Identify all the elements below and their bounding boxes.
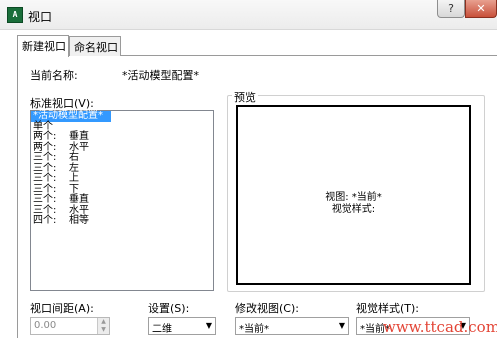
list-item-arrangement: 垂直 <box>69 131 89 142</box>
viewport-spacing-input[interactable]: 0.00 ▲ ▼ <box>30 317 110 335</box>
list-item[interactable]: 三个: 下 <box>31 184 213 196</box>
change-view-value: *当前* <box>239 324 269 335</box>
list-item[interactable]: 三个: 左 <box>31 163 213 175</box>
setup-label: 设置(S): <box>148 302 190 315</box>
viewport-spacing-label: 视口间距(A): <box>30 302 94 315</box>
list-item[interactable]: 单个 <box>31 121 213 133</box>
standard-viewports-label: 标准视口(V): <box>30 97 94 110</box>
list-item-layout: 三个: <box>33 173 57 184</box>
list-item-arrangement: 垂直 <box>69 194 89 205</box>
list-item-layout: 三个: <box>33 152 57 163</box>
setup-value: 二维 <box>152 324 172 335</box>
list-item-layout: 四个: <box>33 215 57 226</box>
list-item[interactable]: 三个: 右 <box>31 153 213 164</box>
list-item-arrangement: 右 <box>69 152 79 163</box>
list-item-layout: *活动模型配置* <box>33 110 103 121</box>
list-item[interactable]: 三个: 垂直 <box>31 195 213 206</box>
list-item[interactable]: 两个: 垂直 <box>31 132 213 143</box>
window-title: 视口 <box>28 10 53 24</box>
spin-up-icon[interactable]: ▲ <box>97 318 109 326</box>
preview-area: 视图: *当前* 视觉样式: <box>236 105 471 285</box>
list-item[interactable]: 三个: 水平 <box>31 205 213 217</box>
list-item-arrangement: 相等 <box>69 215 89 226</box>
standard-viewports-list[interactable]: *活动模型配置* 单个 两个: 垂直 两个: 水平 三个: 右三个: 左三个: 上三个: 下三个: 垂… <box>30 110 214 291</box>
close-button[interactable]: ✕ <box>465 0 497 18</box>
chevron-down-icon: ▼ <box>205 321 212 330</box>
tab-new-viewports[interactable]: 新建视口 <box>17 35 69 57</box>
current-name-value: *活动模型配置* <box>122 69 199 82</box>
change-view-select[interactable]: *当前* ▼ <box>235 317 349 335</box>
tab-named-viewports[interactable]: 命名视口 <box>69 36 121 56</box>
app-icon: A <box>7 7 23 23</box>
list-item-arrangement: 上 <box>69 173 79 184</box>
setup-select[interactable]: 二维 ▼ <box>148 317 216 335</box>
current-name-label: 当前名称: <box>30 69 78 82</box>
spin-down-icon[interactable]: ▼ <box>97 326 109 334</box>
list-item[interactable]: 两个: 水平 <box>31 142 213 154</box>
watermark-text: www.ttcad.com <box>383 318 497 336</box>
list-item-layout: 两个: <box>33 131 57 142</box>
viewport-spacing-value: 0.00 <box>34 320 57 331</box>
change-view-label: 修改视图(C): <box>235 302 299 315</box>
list-item[interactable]: 三个: 上 <box>31 174 213 185</box>
preview-label: 预览 <box>232 89 258 105</box>
list-item[interactable]: *活动模型配置* <box>31 111 111 122</box>
chevron-down-icon: ▼ <box>338 321 345 330</box>
list-item-layout: 三个: <box>33 194 57 205</box>
preview-visual-style-text: 视觉样式: <box>331 204 376 215</box>
title-bar: A 视口 ? ✕ <box>0 0 497 30</box>
list-item[interactable]: 四个: 相等 <box>31 216 213 227</box>
help-button[interactable]: ? <box>437 0 465 18</box>
visual-style-label: 视觉样式(T): <box>356 302 420 315</box>
